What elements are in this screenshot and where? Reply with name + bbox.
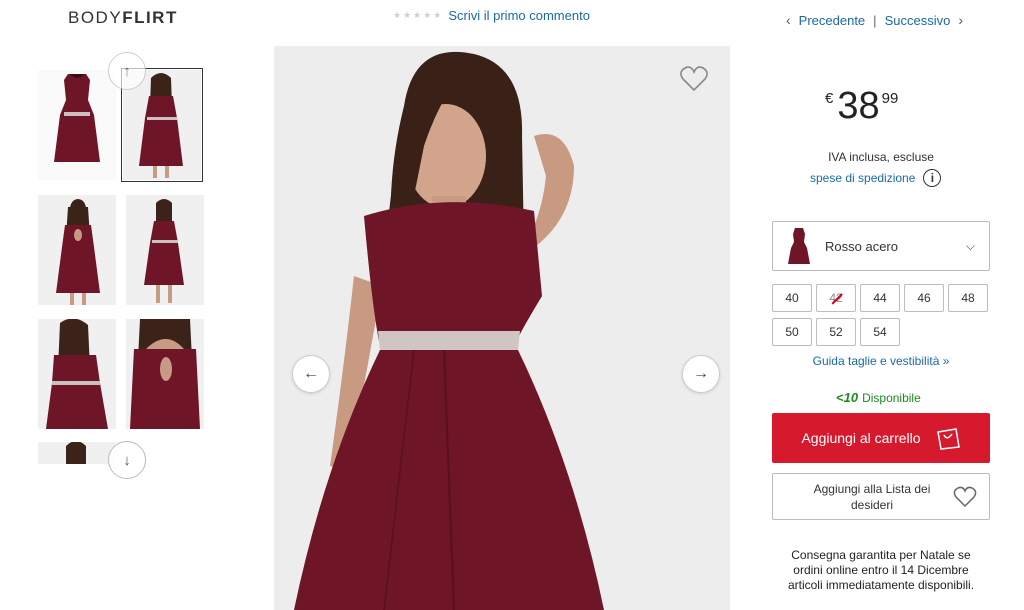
size-option-50[interactable]: 50 xyxy=(772,318,812,346)
chevron-down-icon: ⌵ xyxy=(965,238,975,253)
delivery-note-line1: Consegna garantita per Natale se xyxy=(791,548,971,562)
color-swatch xyxy=(788,228,810,264)
thumbnail-model-closeup[interactable] xyxy=(38,319,116,429)
thumbnail-scroll-down-button[interactable]: ↓ xyxy=(108,441,146,479)
info-icon[interactable]: i xyxy=(923,169,942,187)
price-integer: 38 xyxy=(837,85,880,127)
availability-quantity: <10 xyxy=(836,390,859,405)
size-option-42-unavailable[interactable]: 42 xyxy=(816,284,856,312)
shopping-bag-icon xyxy=(936,428,960,450)
arrow-down-icon: ↓ xyxy=(123,451,131,469)
add-to-wishlist-button[interactable]: Aggiungi alla Lista dei desideri xyxy=(772,473,990,520)
delivery-note: Consegna garantita per Natale se ordini … xyxy=(772,548,990,593)
arrow-left-icon: ← xyxy=(303,365,319,382)
size-guide-link[interactable]: Guida taglie e vestibilità » xyxy=(772,354,990,368)
product-pagination: ‹ Precedente | Successivo › xyxy=(786,12,963,28)
vat-note: IVA inclusa, escluse xyxy=(828,150,934,164)
rating-row: ★★★★★ Scrivi il primo commento xyxy=(393,8,590,23)
thumbnail-back-detail[interactable] xyxy=(126,319,204,429)
image-next-button[interactable]: → xyxy=(682,355,720,393)
size-option-40[interactable]: 40 xyxy=(772,284,812,312)
price-decimal: 99 xyxy=(881,90,899,107)
shipping-costs-row: spese di spedizione i xyxy=(810,169,942,187)
chevron-left-icon[interactable]: ‹ xyxy=(786,12,791,28)
thumbnail-scroll-up-button[interactable]: ↑ xyxy=(108,52,146,90)
size-option-54[interactable]: 54 xyxy=(860,318,900,346)
add-to-cart-label: Aggiungi al carrello xyxy=(801,430,921,446)
arrow-up-icon: ↑ xyxy=(123,62,131,80)
brand-logo[interactable]: BODYFLIRT xyxy=(68,8,178,28)
add-to-wishlist-label-line2: desideri xyxy=(850,497,894,512)
thumbnail-gallery: ↑ ↓ xyxy=(38,52,210,610)
thumbnail-dress-front[interactable] xyxy=(38,70,116,180)
shipping-costs-link[interactable]: spese di spedizione xyxy=(810,171,915,185)
add-to-wishlist-label-line1: Aggiungi alla Lista dei xyxy=(813,481,931,496)
next-link[interactable]: Successivo xyxy=(885,13,951,28)
rating-stars-icon: ★★★★★ xyxy=(393,10,444,20)
thumbnail-model-side[interactable] xyxy=(126,195,204,305)
availability: <10 Disponibile xyxy=(836,390,921,405)
previous-link[interactable]: Precedente xyxy=(799,13,866,28)
size-option-46[interactable]: 46 xyxy=(904,284,944,312)
chevron-right-icon[interactable]: › xyxy=(958,12,963,28)
write-review-link[interactable]: Scrivi il primo commento xyxy=(448,8,590,23)
delivery-note-line3: articoli immediatamente disponibili. xyxy=(787,578,975,592)
size-option-52[interactable]: 52 xyxy=(816,318,856,346)
arrow-right-icon: → xyxy=(693,365,709,382)
main-product-image[interactable] xyxy=(274,46,730,610)
heart-icon xyxy=(953,486,977,507)
thumbnail-model-back[interactable] xyxy=(38,195,116,305)
add-to-cart-button[interactable]: Aggiungi al carrello xyxy=(772,413,990,463)
pagination-separator: | xyxy=(873,12,877,28)
favorite-heart-icon[interactable] xyxy=(680,66,708,92)
delivery-note-line2: ordini online entro il 14 Dicembre xyxy=(793,563,969,577)
size-option-44[interactable]: 44 xyxy=(860,284,900,312)
availability-label: Disponibile xyxy=(862,391,921,405)
image-prev-button[interactable]: ← xyxy=(292,355,330,393)
price-currency: € xyxy=(825,90,834,107)
selected-color-label: Rosso acero xyxy=(825,238,898,254)
price: € 38 99 xyxy=(825,86,898,126)
size-option-48[interactable]: 48 xyxy=(948,284,988,312)
add-to-wishlist-label: Aggiungi alla Lista dei desideri xyxy=(773,481,953,513)
color-select[interactable]: Rosso acero ⌵ xyxy=(772,221,990,271)
brand-logo-bold: FLIRT xyxy=(122,8,178,27)
thumbnail-partial[interactable] xyxy=(38,442,116,464)
brand-logo-light: BODY xyxy=(68,8,123,27)
